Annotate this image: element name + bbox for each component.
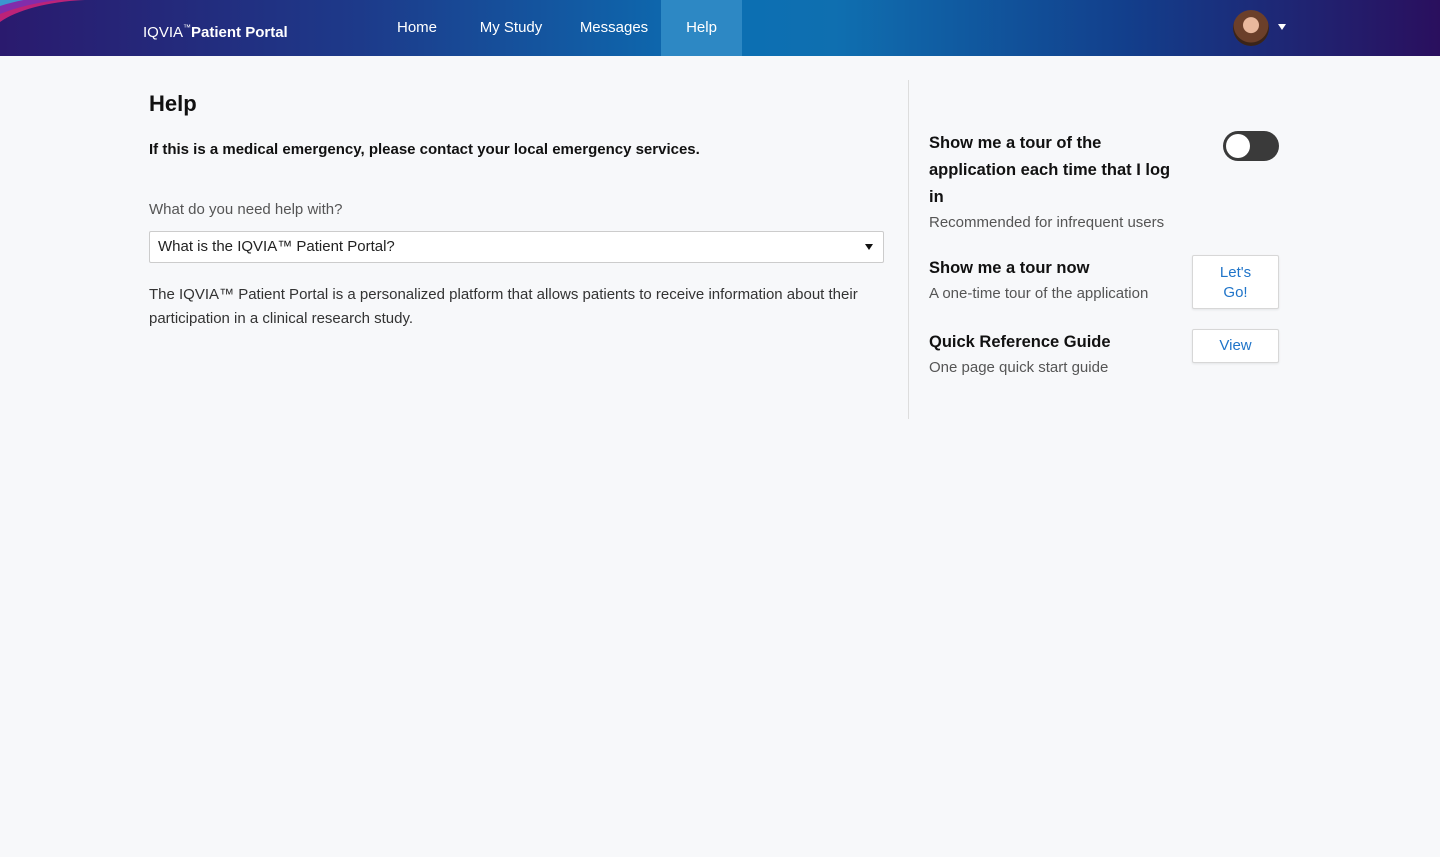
user-avatar[interactable] [1233, 10, 1269, 46]
nav-home[interactable]: Home [384, 0, 450, 56]
brand-prefix: IQVIA [143, 24, 184, 41]
tour-now-title: Show me a tour now [929, 259, 1090, 277]
toggle-knob [1226, 134, 1250, 158]
nav-messages[interactable]: Messages [570, 0, 658, 56]
brand-name: Patient Portal [191, 24, 288, 41]
caret-down-icon[interactable] [1278, 24, 1286, 30]
tour-each-login-subtitle: Recommended for infrequent users [929, 214, 1165, 231]
chevron-down-icon [865, 244, 873, 250]
help-topic-label: What do you need help with? [149, 201, 343, 218]
tour-now-subtitle: A one-time tour of the application [929, 285, 1149, 302]
quick-reference-subtitle: One page quick start guide [929, 359, 1109, 376]
brand-logo[interactable]: IQVIA™Patient Portal [143, 18, 288, 41]
tour-each-login-toggle[interactable] [1223, 131, 1279, 161]
trademark-symbol: ™ [183, 23, 192, 32]
vertical-divider [908, 80, 909, 419]
page-title: Help [149, 91, 197, 116]
top-navigation-bar: IQVIA™Patient Portal Home My Study Messa… [0, 0, 1440, 56]
nav-my-study[interactable]: My Study [467, 0, 555, 56]
nav-help[interactable]: Help [661, 0, 742, 56]
help-topic-select[interactable]: What is the IQVIA™ Patient Portal? [149, 231, 884, 263]
tour-each-login-title: Show me a tour of the application each t… [929, 134, 1171, 206]
emergency-notice: If this is a medical emergency, please c… [149, 141, 700, 158]
decorative-wave-graphic [0, 0, 110, 22]
quick-reference-title: Quick Reference Guide [929, 333, 1111, 351]
lets-go-button[interactable]: Let's Go! [1192, 255, 1279, 309]
help-answer-text: The IQVIA™ Patient Portal is a personali… [149, 286, 858, 327]
view-guide-button[interactable]: View [1192, 329, 1279, 363]
help-topic-selected-value: What is the IQVIA™ Patient Portal? [158, 238, 395, 255]
